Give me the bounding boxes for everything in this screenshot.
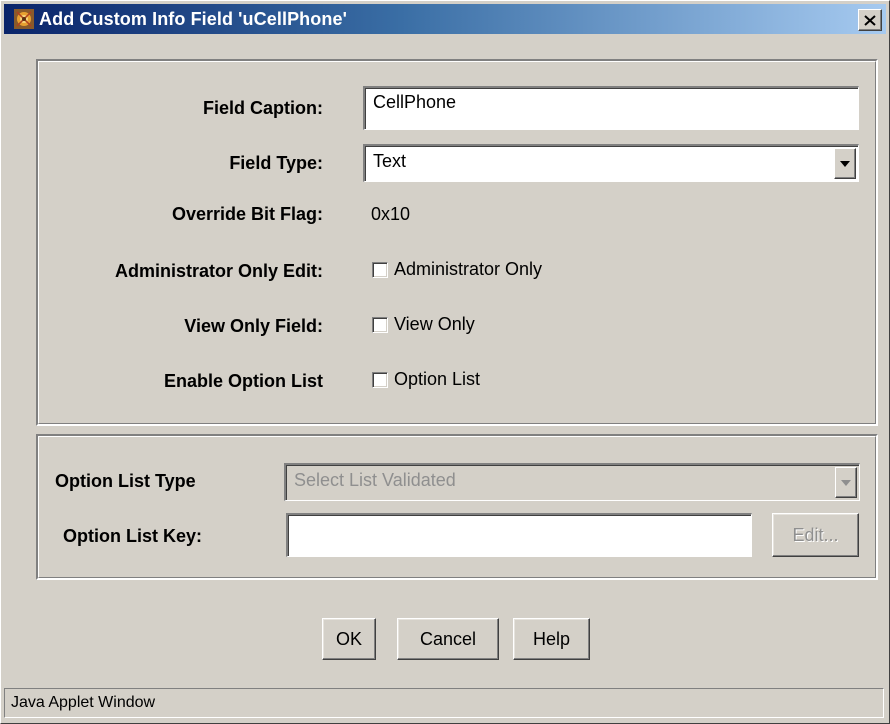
option-list-key-input[interactable]: [286, 513, 752, 557]
field-type-select[interactable]: Text: [363, 144, 859, 182]
field-caption-input[interactable]: CellPhone: [363, 86, 859, 130]
view-only-checkbox[interactable]: [372, 316, 388, 333]
title-bar[interactable]: Add Custom Info Field 'uCellPhone': [4, 4, 886, 34]
window-title: Add Custom Info Field 'uCellPhone': [39, 8, 347, 29]
view-only-checkbox-label[interactable]: View Only: [394, 314, 475, 335]
field-type-value: Text: [373, 151, 407, 171]
option-list-panel: [36, 434, 878, 580]
enable-option-list-label: Enable Option List: [163, 371, 323, 391]
chevron-down-icon: [840, 160, 850, 167]
override-bit-flag-value: 0x10: [371, 204, 411, 224]
admin-only-checkbox[interactable]: [372, 261, 388, 278]
ok-button[interactable]: OK: [322, 618, 376, 660]
option-list-type-label: Option List Type: [55, 471, 196, 491]
option-list-checkbox[interactable]: [372, 371, 388, 388]
close-icon: [864, 14, 876, 26]
field-type-label: Field Type:: [229, 153, 323, 173]
admin-only-checkbox-row[interactable]: Administrator Only: [372, 259, 542, 280]
close-button[interactable]: [858, 9, 882, 31]
option-list-type-dropdown-button[interactable]: [835, 467, 857, 498]
admin-only-edit-label: Administrator Only Edit:: [114, 261, 323, 281]
app-icon: [14, 9, 34, 29]
help-button[interactable]: Help: [513, 618, 590, 660]
option-list-checkbox-row[interactable]: Option List: [372, 369, 480, 390]
dialog-window: Add Custom Info Field 'uCellPhone' Field…: [0, 0, 890, 724]
status-bar: Java Applet Window: [4, 688, 884, 718]
override-bit-flag-label: Override Bit Flag:: [171, 204, 323, 224]
field-type-dropdown-button[interactable]: [834, 148, 856, 179]
admin-only-checkbox-label[interactable]: Administrator Only: [394, 259, 542, 280]
option-list-type-select[interactable]: Select List Validated: [284, 463, 860, 501]
view-only-checkbox-row[interactable]: View Only: [372, 314, 475, 335]
view-only-field-label: View Only Field:: [184, 316, 323, 336]
option-list-checkbox-label[interactable]: Option List: [394, 369, 480, 390]
field-caption-label: Field Caption:: [203, 98, 323, 118]
edit-button[interactable]: Edit...: [772, 513, 859, 557]
cancel-button[interactable]: Cancel: [397, 618, 499, 660]
chevron-down-icon: [841, 479, 851, 486]
option-list-type-value: Select List Validated: [294, 470, 456, 490]
option-list-key-label: Option List Key:: [63, 526, 202, 546]
